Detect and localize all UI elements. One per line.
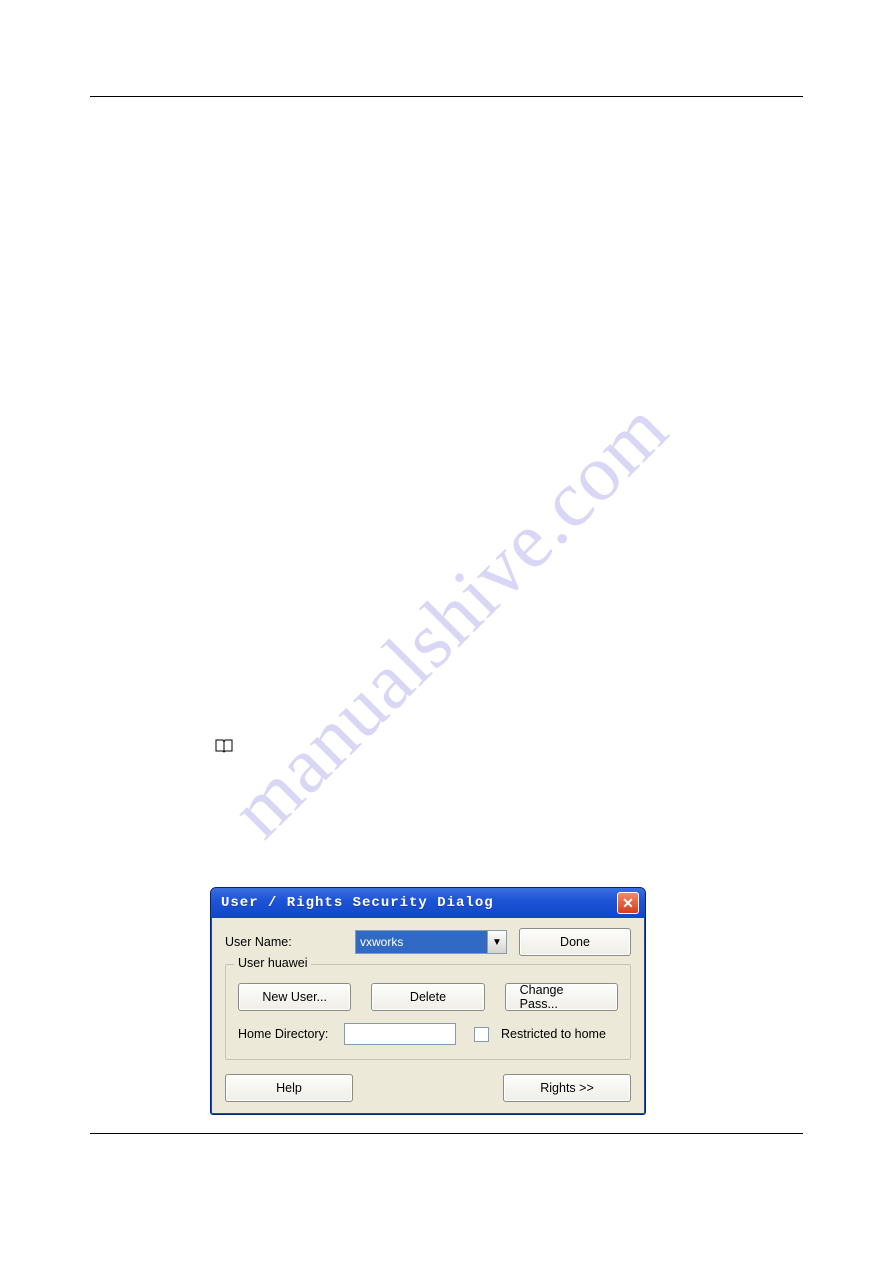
done-button[interactable]: Done bbox=[519, 928, 631, 956]
change-pass-button-label: Change Pass... bbox=[520, 983, 603, 1011]
done-button-label: Done bbox=[560, 935, 590, 949]
groupbox-legend: User huawei bbox=[234, 956, 311, 970]
rights-button-label: Rights >> bbox=[540, 1081, 594, 1095]
change-pass-button[interactable]: Change Pass... bbox=[505, 983, 618, 1011]
dialog-titlebar: User / Rights Security Dialog ✕ bbox=[211, 888, 645, 918]
security-dialog: User / Rights Security Dialog ✕ User Nam… bbox=[210, 887, 646, 1115]
restricted-label: Restricted to home bbox=[501, 1027, 606, 1041]
book-icon bbox=[215, 739, 233, 753]
rights-button[interactable]: Rights >> bbox=[503, 1074, 631, 1102]
user-action-row: New User... Delete Change Pass... bbox=[238, 983, 618, 1011]
help-button-label: Help bbox=[276, 1081, 302, 1095]
help-button[interactable]: Help bbox=[225, 1074, 353, 1102]
dialog-body: User Name: vxworks ▼ Done User huawei Ne… bbox=[211, 918, 645, 1114]
home-directory-row: Home Directory: Restricted to home bbox=[238, 1023, 618, 1045]
home-directory-input[interactable] bbox=[344, 1023, 456, 1045]
close-button[interactable]: ✕ bbox=[617, 892, 639, 914]
username-label: User Name: bbox=[225, 935, 345, 949]
watermark: manualshive.com bbox=[140, 310, 760, 930]
username-row: User Name: vxworks ▼ Done bbox=[225, 928, 631, 956]
dialog-title: User / Rights Security Dialog bbox=[221, 895, 494, 911]
restricted-checkbox[interactable] bbox=[474, 1027, 489, 1042]
chevron-down-icon: ▼ bbox=[487, 931, 506, 953]
new-user-button[interactable]: New User... bbox=[238, 983, 351, 1011]
watermark-text: manualshive.com bbox=[214, 384, 686, 856]
new-user-button-label: New User... bbox=[262, 990, 327, 1004]
dialog-bottom-row: Help Rights >> bbox=[225, 1074, 631, 1102]
close-icon: ✕ bbox=[622, 896, 634, 910]
delete-button-label: Delete bbox=[410, 990, 446, 1004]
username-selected-value: vxworks bbox=[356, 931, 487, 953]
username-combobox[interactable]: vxworks ▼ bbox=[355, 930, 507, 954]
top-horizontal-rule bbox=[90, 96, 803, 97]
user-groupbox: User huawei New User... Delete Change Pa… bbox=[225, 964, 631, 1060]
home-directory-label: Home Directory: bbox=[238, 1027, 338, 1041]
bottom-horizontal-rule bbox=[90, 1133, 803, 1134]
delete-button[interactable]: Delete bbox=[371, 983, 484, 1011]
